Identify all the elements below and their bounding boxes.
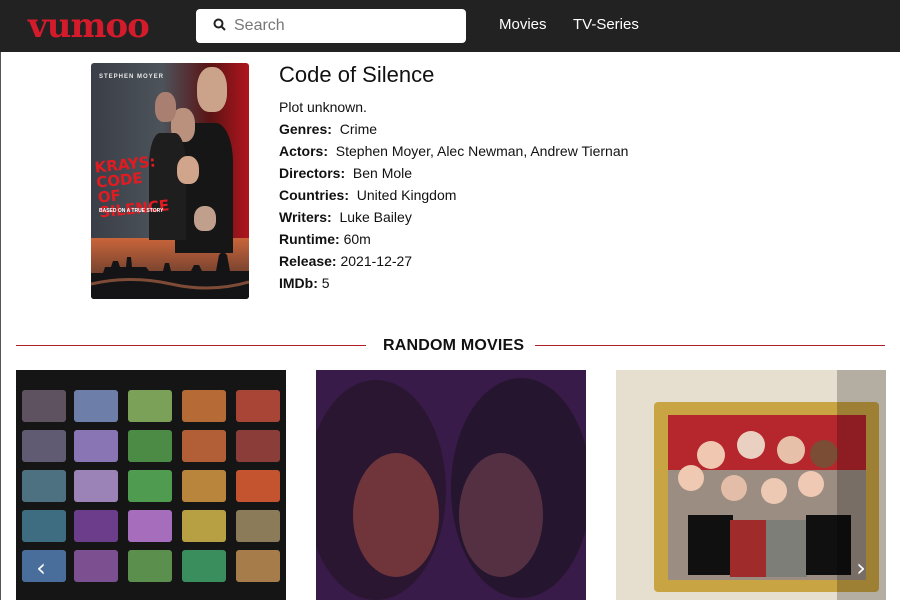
poster-face xyxy=(155,92,176,122)
poster-face xyxy=(194,206,216,231)
writer-value[interactable]: Luke Bailey xyxy=(339,209,411,225)
chevron-left-icon[interactable]: ‹ xyxy=(29,554,53,582)
detail-label: IMDb: xyxy=(279,275,318,291)
country-value[interactable]: United Kingdom xyxy=(357,187,457,203)
detail-label: Directors: xyxy=(279,165,346,181)
poster-tagline: BASED ON A TRUE STORY xyxy=(99,208,164,214)
actors-value[interactable]: Stephen Moyer, Alec Newman, Andrew Tiern… xyxy=(336,143,629,159)
poster-tile xyxy=(74,550,118,582)
release-value: 2021-12-27 xyxy=(340,253,413,269)
poster-tile xyxy=(182,390,226,422)
nav-tv-series[interactable]: TV-Series xyxy=(573,16,639,33)
search-icon xyxy=(213,18,226,31)
chevron-right-icon[interactable]: › xyxy=(849,554,873,582)
poster-tile xyxy=(236,430,280,462)
detail-label: Runtime: xyxy=(279,231,340,247)
poster-tile xyxy=(22,510,66,542)
poster-tile xyxy=(74,390,118,422)
poster-tile xyxy=(128,430,172,462)
detail-row: IMDb: 5 xyxy=(279,274,628,296)
poster-tile xyxy=(22,390,66,422)
poster-tile xyxy=(128,510,172,542)
movie-details: Plot unknown. Genres: Crime Actors: Step… xyxy=(279,98,628,296)
detail-label: Actors: xyxy=(279,143,329,159)
movie-poster[interactable]: STEPHEN MOYER KRAYS: CODE OF SILENCE BAS… xyxy=(91,63,249,299)
top-bar: vumoo Movies TV-Series xyxy=(0,0,900,52)
poster-tile xyxy=(128,470,172,502)
poster-tile xyxy=(182,550,226,582)
poster-tile xyxy=(236,510,280,542)
detail-row: Countries: United Kingdom xyxy=(279,186,628,208)
imdb-value: 5 xyxy=(321,275,330,291)
poster-tile xyxy=(182,430,226,462)
poster-tile xyxy=(74,510,118,542)
genre-link[interactable]: Crime xyxy=(340,121,377,137)
poster-tile xyxy=(22,430,66,462)
detail-row: Release: 2021-12-27 xyxy=(279,252,628,274)
poster-tile xyxy=(182,510,226,542)
poster-face xyxy=(197,67,227,112)
site-logo[interactable]: vumoo xyxy=(28,6,150,46)
runtime-value: 60m xyxy=(343,231,371,247)
detail-row: Directors: Ben Mole xyxy=(279,164,628,186)
poster-tile xyxy=(236,390,280,422)
search-input[interactable] xyxy=(234,9,454,43)
search-box[interactable] xyxy=(196,9,466,43)
poster-face xyxy=(177,156,199,184)
plot-text: Plot unknown. xyxy=(279,99,367,115)
detail-row: Actors: Stephen Moyer, Alec Newman, Andr… xyxy=(279,142,628,164)
detail-row: Writers: Luke Bailey xyxy=(279,208,628,230)
detail-label: Genres: xyxy=(279,121,332,137)
section-divider xyxy=(16,345,366,346)
director-value[interactable]: Ben Mole xyxy=(353,165,412,181)
poster-actor-name: STEPHEN MOYER xyxy=(99,74,165,80)
detail-label: Writers: xyxy=(279,209,332,225)
poster-tile xyxy=(74,470,118,502)
poster-tile xyxy=(128,390,172,422)
detail-label: Countries: xyxy=(279,187,349,203)
random-movie-card[interactable] xyxy=(316,370,586,600)
detail-row: Runtime: 60m xyxy=(279,230,628,252)
detail-label: Release: xyxy=(279,253,337,269)
movie-title: Code of Silence xyxy=(279,62,435,87)
poster-skyline xyxy=(91,251,249,299)
poster-tile xyxy=(74,430,118,462)
random-movies-heading: RANDOM MOVIES xyxy=(383,337,525,354)
poster-tile xyxy=(236,470,280,502)
detail-row: Genres: Crime xyxy=(279,120,628,142)
poster-tile xyxy=(182,470,226,502)
poster-tile xyxy=(22,470,66,502)
poster-tile xyxy=(128,550,172,582)
random-movie-card[interactable] xyxy=(16,370,286,600)
section-divider xyxy=(535,345,885,346)
poster-art xyxy=(316,370,586,600)
page-edge xyxy=(0,52,1,600)
poster-tile xyxy=(236,550,280,582)
nav-movies[interactable]: Movies xyxy=(499,16,547,33)
